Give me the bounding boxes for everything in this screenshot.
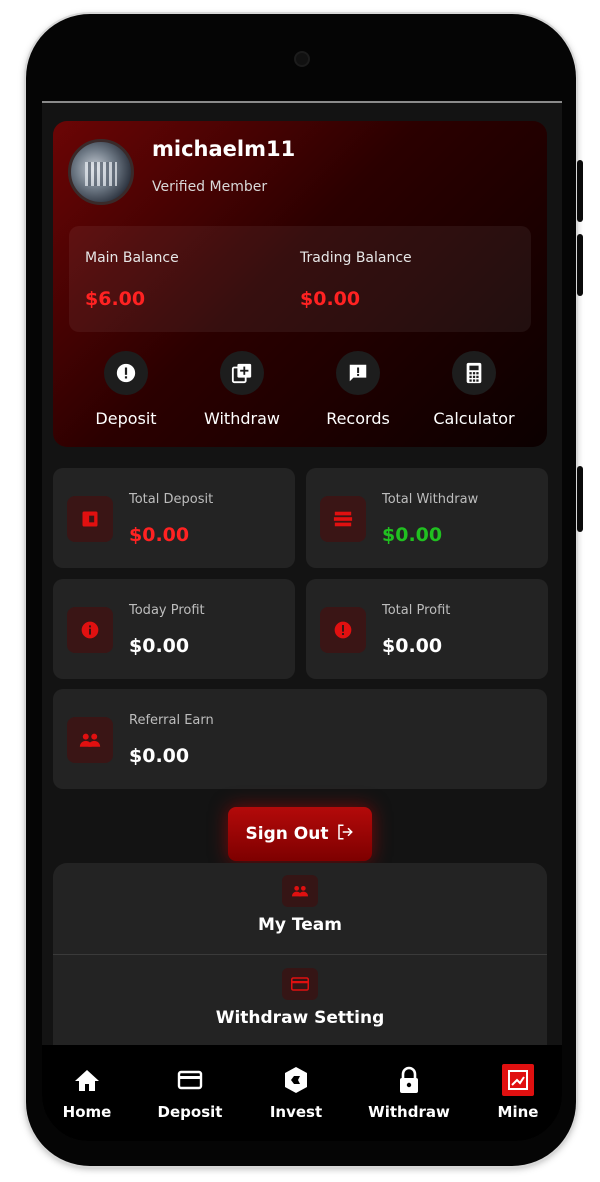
trading-balance-value: $0.00: [300, 288, 361, 310]
profile-card: michaelm11 Verified Member Main Balance …: [53, 121, 547, 447]
user-avatar[interactable]: [68, 139, 134, 205]
money-stack-icon: [320, 496, 366, 542]
total-withdraw-card: Total Withdraw $0.00: [306, 468, 548, 568]
nav-deposit[interactable]: Deposit: [145, 1063, 235, 1121]
logout-icon: [336, 823, 354, 846]
hexagon-icon: [251, 1063, 341, 1097]
total-deposit-label: Total Deposit: [129, 492, 214, 507]
alert-icon: [320, 607, 366, 653]
referral-earn-value: $0.00: [129, 745, 190, 767]
deposit-action-button[interactable]: Deposit: [71, 351, 181, 431]
sign-out-label: Sign Out: [245, 824, 329, 844]
total-profit-label: Total Profit: [382, 603, 451, 618]
nav-mine[interactable]: Mine: [473, 1063, 562, 1121]
power-button: [577, 466, 583, 532]
group-icon: [282, 875, 318, 907]
nav-mine-label: Mine: [497, 1103, 539, 1121]
withdraw-setting-label: Withdraw Setting: [215, 1008, 385, 1028]
today-profit-card: Today Profit $0.00: [53, 579, 295, 679]
calculator-action-button[interactable]: Calculator: [419, 351, 529, 431]
nav-home-label: Home: [62, 1103, 112, 1121]
records-action-label: Records: [326, 409, 390, 428]
alert-circle-icon: [104, 351, 148, 395]
menu-card: My Team Withdraw Setting: [53, 863, 547, 1063]
volume-down-button: [577, 234, 583, 296]
nav-withdraw[interactable]: Withdraw: [364, 1063, 454, 1121]
trading-balance-label: Trading Balance: [300, 250, 412, 266]
nav-invest[interactable]: Invest: [251, 1063, 341, 1121]
today-profit-label: Today Profit: [129, 603, 205, 618]
volume-up-button: [577, 160, 583, 222]
referral-earn-card: Referral Earn $0.00: [53, 689, 547, 789]
lock-icon: [364, 1063, 454, 1097]
nav-home[interactable]: Home: [42, 1063, 132, 1121]
deposit-action-label: Deposit: [95, 409, 157, 428]
sign-out-button[interactable]: Sign Out: [228, 807, 372, 861]
chart-box-icon: [473, 1063, 562, 1097]
balance-box: Main Balance $6.00 Trading Balance $0.00: [69, 226, 531, 332]
total-withdraw-label: Total Withdraw: [382, 492, 479, 507]
app-screen: michaelm11 Verified Member Main Balance …: [42, 101, 562, 1141]
records-action-button[interactable]: Records: [303, 351, 413, 431]
nav-deposit-label: Deposit: [157, 1103, 223, 1121]
menu-divider: [53, 954, 547, 955]
today-profit-value: $0.00: [129, 635, 190, 657]
my-team-label: My Team: [258, 915, 342, 935]
add-box-icon: [220, 351, 264, 395]
total-profit-card: Total Profit $0.00: [306, 579, 548, 679]
nav-withdraw-label: Withdraw: [368, 1103, 450, 1121]
total-deposit-card: Total Deposit $0.00: [53, 468, 295, 568]
withdraw-setting-menu-item[interactable]: Withdraw Setting: [53, 956, 547, 1048]
nav-invest-label: Invest: [269, 1103, 323, 1121]
total-deposit-value: $0.00: [129, 524, 190, 546]
home-icon: [42, 1063, 132, 1097]
main-balance-label: Main Balance: [85, 250, 179, 266]
referral-earn-label: Referral Earn: [129, 713, 214, 728]
calculator-action-label: Calculator: [433, 409, 515, 428]
info-icon: [67, 607, 113, 653]
username: michaelm11: [152, 137, 296, 161]
main-balance-value: $6.00: [85, 288, 146, 310]
bottom-nav: Home Deposit Invest Withdraw Mine: [42, 1045, 562, 1141]
front-camera: [294, 51, 310, 67]
total-profit-value: $0.00: [382, 635, 443, 657]
card-icon: [282, 968, 318, 1000]
member-status: Verified Member: [152, 179, 268, 195]
group-icon: [67, 717, 113, 763]
wallet-icon: [67, 496, 113, 542]
withdraw-action-label: Withdraw: [204, 409, 280, 428]
message-alert-icon: [336, 351, 380, 395]
withdraw-action-button[interactable]: Withdraw: [187, 351, 297, 431]
my-team-menu-item[interactable]: My Team: [53, 863, 547, 955]
calculator-icon: [452, 351, 496, 395]
total-withdraw-value: $0.00: [382, 524, 443, 546]
card-icon: [145, 1063, 235, 1097]
